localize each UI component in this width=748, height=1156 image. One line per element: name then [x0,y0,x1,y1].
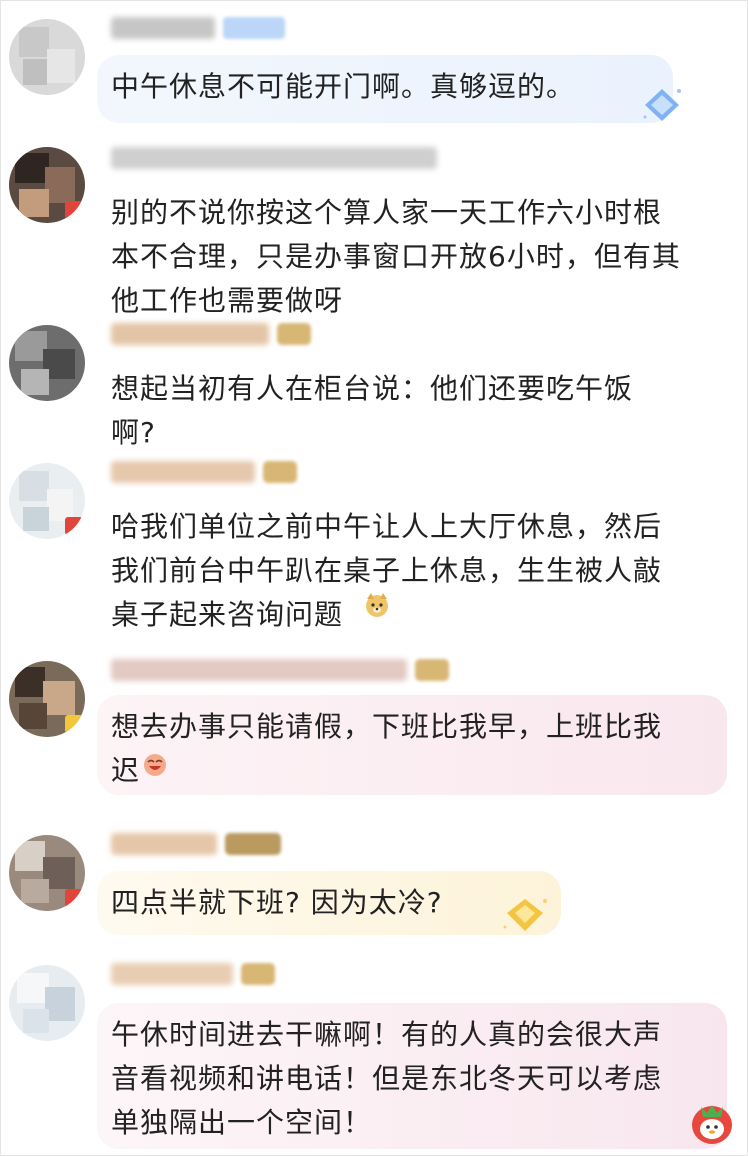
comment-bubble[interactable]: 想去办事只能请假，下班比我早，上班比我 迟 [97,695,727,795]
comment-bubble[interactable]: 想起当初有人在柜台说：他们还要吃午饭 啊? [97,357,697,449]
crown-badge-icon [225,833,281,855]
diamond-gem-icon [503,899,547,931]
comment-list: 中午休息不可能开门啊。真够逗的。 别的不说你按这个算人家一天工作六小时根 本不合… [0,0,748,1156]
username[interactable] [111,321,311,347]
diamond-gem-icon [643,89,681,121]
user-avatar[interactable] [9,325,85,401]
user-avatar[interactable] [9,147,85,223]
laugh-emoji-icon [144,754,166,776]
doge-emoji-icon [366,593,388,617]
user-avatar[interactable] [9,463,85,539]
username[interactable] [111,459,297,485]
user-avatar[interactable] [9,965,85,1041]
username[interactable] [111,657,449,683]
username[interactable] [111,15,285,41]
comment-bubble[interactable]: 哈我们单位之前中午让人上大厅休息，然后 我们前台中午趴在桌子上休息，生生被人敲 … [97,495,737,631]
crown-badge-icon [415,659,449,681]
comment-text: 午休时间进去干嘛啊！有的人真的会很大声 音看视频和讲电话！但是东北冬天可以考虑 … [111,1018,663,1139]
user-avatar[interactable] [9,19,85,95]
member-badge-icon [65,517,83,535]
member-badge-icon [65,201,83,219]
member-badge-icon [65,889,83,907]
crown-badge-icon [277,323,311,345]
comment-bubble[interactable]: 别的不说你按这个算人家一天工作六小时根 本不合理，只是办事窗口开放6小时，但有其… [97,181,737,317]
crown-badge-icon [263,461,297,483]
username[interactable] [111,145,437,171]
comment-bubble[interactable]: 中午休息不可能开门啊。真够逗的。 [97,55,673,123]
comment-text: 想去办事只能请假，下班比我早，上班比我 迟 [111,710,663,787]
comment-bubble[interactable]: 四点半就下班? 因为太冷? [97,871,561,935]
username[interactable] [111,831,281,857]
strawberry-mascot-icon [692,1105,732,1144]
vip-tag-icon [223,17,285,39]
member-badge-icon [65,715,83,733]
user-avatar[interactable] [9,835,85,911]
comment-text: 四点半就下班? 因为太冷? [111,886,443,919]
comment-text: 想起当初有人在柜台说：他们还要吃午饭 啊? [111,372,634,449]
crown-badge-icon [241,963,275,985]
comment-text: 别的不说你按这个算人家一天工作六小时根 本不合理，只是办事窗口开放6小时，但有其… [111,196,681,317]
comment-bubble[interactable]: 午休时间进去干嘛啊！有的人真的会很大声 音看视频和讲电话！但是东北冬天可以考虑 … [97,1003,727,1149]
username[interactable] [111,961,275,987]
comment-text: 中午休息不可能开门啊。真够逗的。 [111,70,576,103]
comment-text: 哈我们单位之前中午让人上大厅休息，然后 我们前台中午趴在桌子上休息，生生被人敲 … [111,510,663,631]
user-avatar[interactable] [9,661,85,737]
